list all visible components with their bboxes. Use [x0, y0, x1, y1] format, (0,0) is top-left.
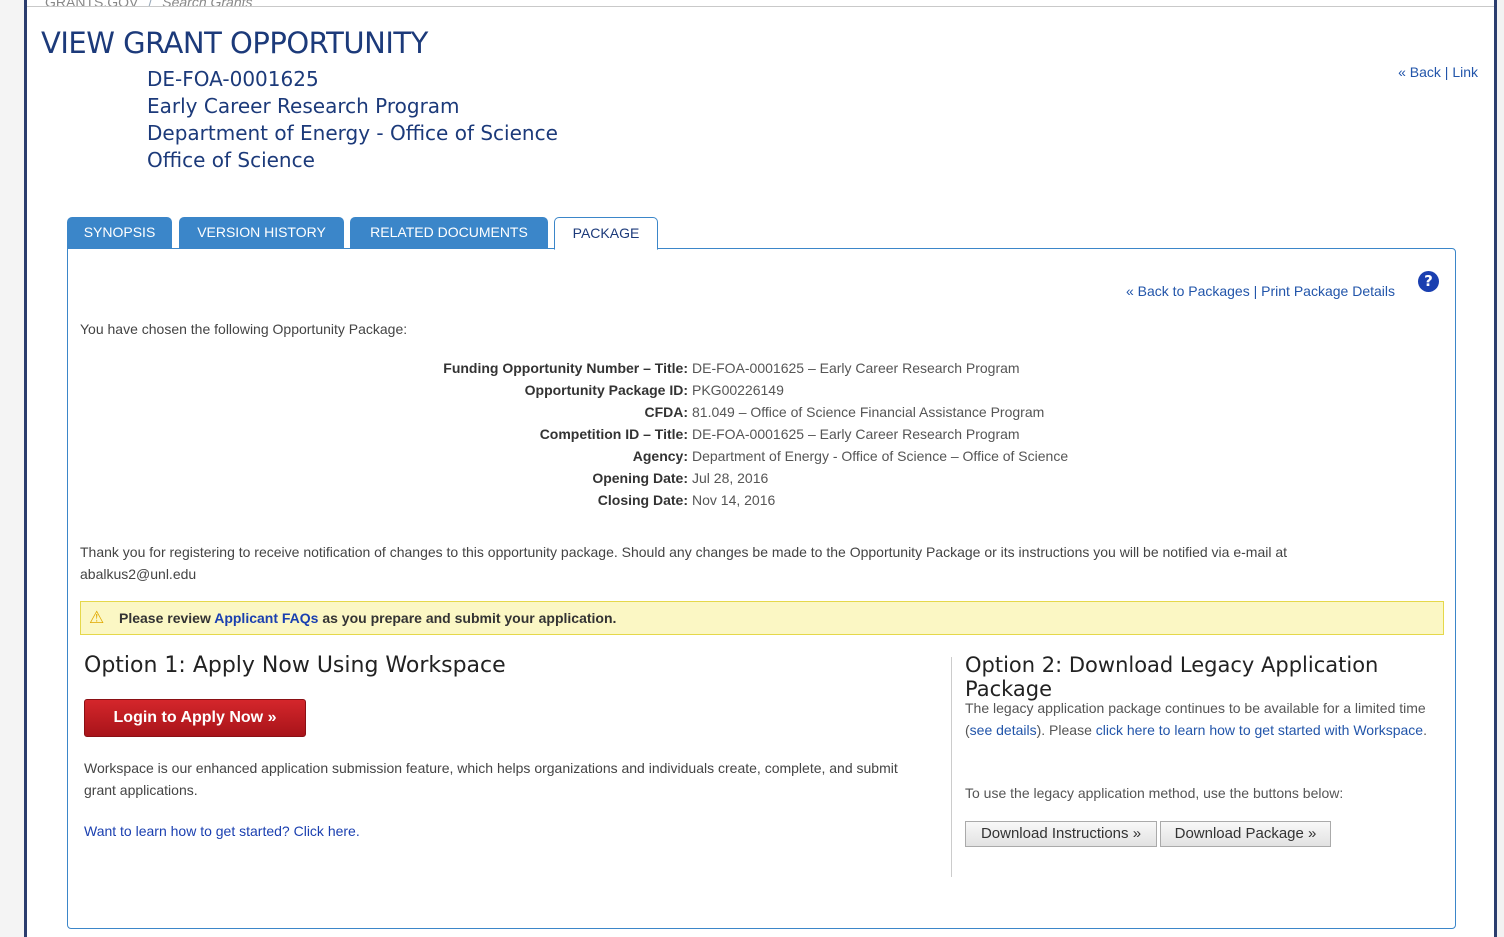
option1-title: Option 1: Apply Now Using Workspace [84, 653, 506, 678]
tab-synopsis[interactable]: SYNOPSIS [67, 217, 172, 248]
detail-value: Department of Energy - Office of Science… [692, 448, 1069, 464]
opportunity-header: DE-FOA-0001625 Early Career Research Pro… [147, 66, 558, 174]
detail-label: CFDA: [644, 404, 688, 420]
top-links: « Back | Link [1398, 64, 1478, 80]
right-border [1494, 0, 1497, 937]
legacy-instructions-text: To use the legacy application method, us… [965, 785, 1344, 801]
detail-label: Closing Date: [597, 492, 688, 508]
warning-icon: ⚠ [89, 608, 105, 627]
detail-value: PKG00226149 [692, 382, 784, 398]
opportunity-number: DE-FOA-0001625 [147, 67, 319, 91]
left-gutter [0, 0, 24, 937]
legacy-text-post: . [1423, 722, 1427, 738]
panel-links-separator: | [1253, 283, 1258, 299]
intro-text: You have chosen the following Opportunit… [80, 321, 408, 337]
print-package-details-link[interactable]: Print Package Details [1261, 283, 1395, 299]
detail-value: Jul 28, 2016 [692, 470, 769, 486]
back-link[interactable]: « Back [1398, 64, 1441, 80]
detail-label: Opening Date: [592, 470, 688, 486]
breadcrumb: GRANTS.GOV / Search Grants [45, 0, 253, 10]
alert-text-post: as you prepare and submit your applicati… [318, 610, 617, 626]
detail-value: 81.049 – Office of Science Financial Ass… [692, 404, 1045, 420]
page: GRANTS.GOV / Search Grants VIEW GRANT OPPO… [27, 0, 1494, 937]
applicant-faqs-link[interactable]: Applicant FAQs [214, 610, 318, 626]
legacy-description: The legacy application package continues… [965, 697, 1441, 741]
see-details-link[interactable]: see details [970, 722, 1037, 738]
detail-row: Agency: Department of Energy - Office of… [68, 445, 1455, 467]
panel-links: « Back to Packages | Print Package Detai… [1126, 283, 1395, 299]
download-package-button[interactable]: Download Package » [1160, 821, 1331, 847]
breadcrumb-separator: / [148, 0, 153, 10]
download-instructions-button[interactable]: Download Instructions » [965, 821, 1157, 847]
page-title: VIEW GRANT OPPORTUNITY [41, 26, 428, 60]
option1-section: Option 1: Apply Now Using Workspace Logi… [84, 653, 924, 839]
detail-value: DE-FOA-0001625 – Early Career Research P… [692, 426, 1020, 442]
detail-row: Funding Opportunity Number – Title: DE-F… [68, 357, 1455, 379]
detail-label: Competition ID – Title: [539, 426, 688, 442]
detail-label: Agency: [632, 448, 688, 464]
workspace-description: Workspace is our enhanced application su… [84, 760, 898, 798]
alert-message: Please review Applicant FAQs as you prep… [119, 602, 616, 634]
detail-value: DE-FOA-0001625 – Early Career Research P… [692, 360, 1020, 376]
notification-text: Thank you for registering to receive not… [80, 544, 1288, 582]
detail-row: CFDA: 81.049 – Office of Science Financi… [68, 401, 1455, 423]
detail-row: Opening Date: Jul 28, 2016 [68, 467, 1455, 489]
alert-text-pre: Please review [119, 610, 215, 626]
opportunity-program: Early Career Research Program [147, 94, 460, 118]
tab-related-documents[interactable]: RELATED DOCUMENTS [350, 217, 548, 248]
package-details: Funding Opportunity Number – Title: DE-F… [68, 357, 1455, 511]
permalink-link[interactable]: Link [1452, 64, 1478, 80]
opportunity-agency: Department of Energy - Office of Science [147, 121, 558, 145]
package-panel: « Back to Packages | Print Package Detai… [67, 248, 1456, 929]
detail-label: Funding Opportunity Number – Title: [443, 360, 688, 376]
detail-row: Competition ID – Title: DE-FOA-0001625 –… [68, 423, 1455, 445]
learn-workspace-link[interactable]: Want to learn how to get started? Click … [84, 823, 360, 839]
legacy-text-mid: ). Please [1036, 722, 1096, 738]
breadcrumb-home[interactable]: GRANTS.GOV [45, 0, 138, 10]
login-to-apply-button[interactable]: Login to Apply Now » [84, 699, 306, 737]
detail-row: Opportunity Package ID: PKG00226149 [68, 379, 1455, 401]
detail-value: Nov 14, 2016 [692, 492, 776, 508]
breadcrumb-current[interactable]: Search Grants [162, 0, 252, 10]
top-links-separator: | [1444, 64, 1449, 80]
detail-row: Closing Date: Nov 14, 2016 [68, 489, 1455, 511]
help-icon[interactable]: ? [1418, 271, 1439, 292]
opportunity-office: Office of Science [147, 148, 315, 172]
option2-title: Option 2: Download Legacy Application Pa… [965, 653, 1379, 701]
faq-alert: ⚠ Please review Applicant FAQs as you pr… [80, 601, 1444, 635]
get-started-workspace-link[interactable]: click here to learn how to get started w… [1096, 722, 1423, 738]
detail-label: Opportunity Package ID: [524, 382, 688, 398]
options-divider [951, 657, 952, 877]
top-rule [27, 6, 1494, 7]
back-to-packages-link[interactable]: « Back to Packages [1126, 283, 1250, 299]
tab-package[interactable]: PACKAGE [554, 217, 658, 250]
option2-section: Option 2: Download Legacy Application Pa… [965, 653, 1441, 847]
tab-version-history[interactable]: VERSION HISTORY [179, 217, 344, 248]
